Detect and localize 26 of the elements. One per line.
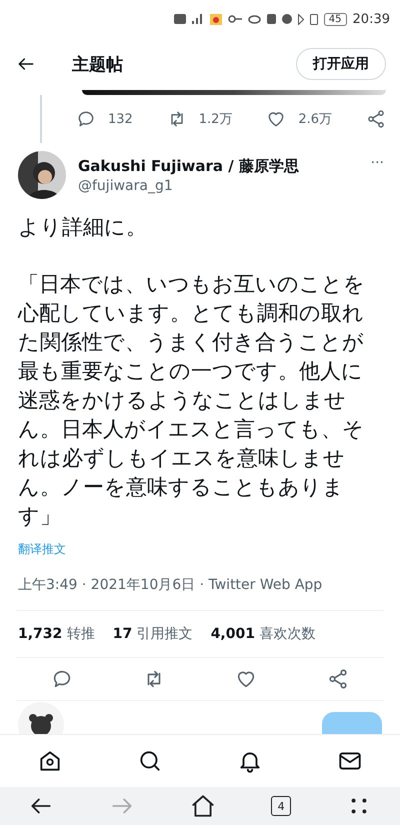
app-notification-icon	[210, 14, 222, 24]
status-time: 20:39	[352, 12, 390, 26]
stat-count[interactable]: 4,001 喜欢次数	[210, 625, 316, 643]
tweet-text: 「日本では、いつもお互いのことを心配しています。とても調和の取れた関係性で、うまく付き合うことが最も重要なことの一つです。他人に迷惑をかけるようなことはしません。日本人がイエスと言っても、それは必ずしもイエスを意味しません。ノーを意味することもあります」	[18, 271, 366, 530]
stat-count[interactable]: 17 引用推文	[112, 625, 193, 643]
tweet-timestamp: 上午3:49 · 2021年10月6日 · Twitter Web App	[18, 576, 324, 594]
action-count: 132	[108, 112, 133, 126]
battery-level: 45	[324, 12, 347, 26]
page-title: 主题帖	[72, 54, 124, 76]
more-menu[interactable]: ···	[370, 155, 384, 171]
tweet-text: より詳細に。	[18, 214, 148, 241]
speech-bubble-icon[interactable]	[51, 668, 73, 690]
share-icon[interactable]	[327, 668, 349, 690]
open-app-button[interactable]: 打开应用	[296, 48, 386, 80]
avatar	[18, 151, 66, 199]
action-count: 1.2万	[198, 111, 232, 128]
signal-icon	[192, 14, 204, 24]
speech-bubble-icon[interactable]	[76, 109, 96, 129]
key-icon	[228, 15, 242, 23]
author-handle[interactable]: @fujiwara_g1	[78, 178, 359, 194]
share-icon[interactable]	[366, 109, 386, 129]
author-name[interactable]: Gakushi Fujiwara / 藤原学思	[78, 156, 359, 176]
stat-count[interactable]: 1,732 转推	[18, 625, 95, 643]
tabs-button[interactable]: 4	[271, 796, 292, 816]
action-count: 2.6万	[298, 111, 332, 128]
home-icon[interactable]	[190, 793, 216, 819]
